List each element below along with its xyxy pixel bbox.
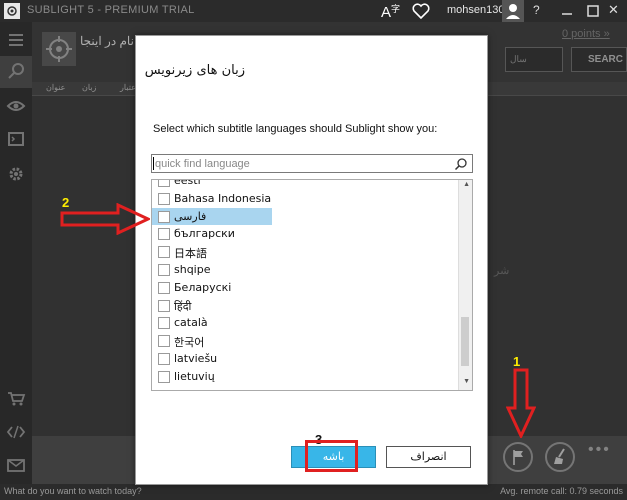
language-list-scrollbar[interactable]: ▲ ▼ [458,180,472,390]
language-label: shqipe [174,263,211,276]
dialog-title: زبان های زیرنویس [144,63,245,78]
annotation-step-1: 1 [513,354,521,369]
cancel-button[interactable]: انصراف [386,446,471,468]
scroll-down-icon[interactable]: ▼ [463,378,470,385]
status-prompt: What do you want to watch today? [4,486,142,496]
language-label: فارسی [174,209,207,223]
language-label: हिंदी [174,299,192,313]
user-button[interactable] [502,0,524,22]
status-remote-call: Avg. remote call: 0.79 seconds [500,486,623,496]
scroll-up-icon[interactable]: ▲ [463,181,470,188]
language-checkbox[interactable] [158,228,170,241]
annotation-highlight-box [305,440,358,472]
quick-find-input[interactable] [153,156,449,171]
scrollbar-thumb[interactable] [461,317,469,366]
svg-text:A: A [381,4,391,20]
language-item[interactable]: latviešu [152,350,272,368]
language-label: 日本語 [174,247,207,261]
app-logo-icon [4,3,20,19]
heart-icon[interactable] [411,2,431,20]
text-caret [153,157,154,170]
language-item[interactable]: català [152,314,272,332]
title-bar: SUBLIGHT 5 - PREMIUM TRIAL A 字 mohsen130… [0,0,627,22]
help-button[interactable]: ? [533,3,540,17]
language-checkbox[interactable] [158,180,170,187]
language-label: Беларускі [174,280,232,294]
language-item[interactable]: lietuvių [152,368,272,386]
subtitle-languages-dialog: زبان های زیرنویس Select which subtitle l… [135,35,488,485]
minimize-icon[interactable] [557,0,577,22]
language-item[interactable]: български [152,225,272,243]
language-checkbox[interactable] [158,192,170,205]
status-bar: What do you want to watch today? Avg. re… [0,484,627,500]
language-item[interactable]: eesti [152,179,272,190]
language-checkbox[interactable] [158,335,170,348]
maximize-icon[interactable] [583,0,603,22]
language-icon[interactable]: A 字 [380,2,402,20]
language-checkbox[interactable] [158,370,170,383]
language-label: lietuvių [174,369,215,383]
language-checkbox[interactable] [158,264,170,276]
language-checkbox[interactable] [158,299,170,312]
language-item[interactable]: 한국어 [152,332,272,350]
language-item[interactable]: shqipe [152,261,272,279]
annotation-arrow-right-icon [60,203,150,235]
language-label: latviešu [174,352,218,365]
language-item[interactable]: فارسی [152,207,272,226]
quick-find-box[interactable] [151,154,473,173]
language-checkbox[interactable] [158,281,170,294]
language-label: български [174,227,235,241]
annotation-arrow-down-icon [506,368,536,438]
language-label: català [174,316,208,330]
close-icon[interactable]: ✕ [608,2,619,18]
language-label: 한국어 [174,336,205,350]
window-title: SUBLIGHT 5 - PREMIUM TRIAL [27,4,195,16]
language-list[interactable]: eesti Bahasa Indonesia فارسی български 日本語 sh… [151,179,473,391]
language-checkbox[interactable] [158,317,170,330]
language-label: Bahasa Indonesia [174,191,272,205]
svg-text:字: 字 [391,3,400,15]
language-checkbox[interactable] [158,246,170,259]
dialog-instruction: Select which subtitle languages should S… [153,123,438,135]
language-item[interactable]: Bahasa Indonesia [152,190,272,208]
search-icon[interactable] [454,157,468,171]
user-icon [506,4,520,19]
language-checkbox[interactable] [158,210,170,223]
language-item[interactable]: हिंदी [152,297,272,315]
language-item[interactable]: 日本語 [152,243,272,261]
language-checkbox[interactable] [158,353,170,365]
language-label: eesti [174,179,201,187]
username-label[interactable]: mohsen130 [447,4,505,16]
language-item[interactable]: Беларускі [152,279,272,297]
